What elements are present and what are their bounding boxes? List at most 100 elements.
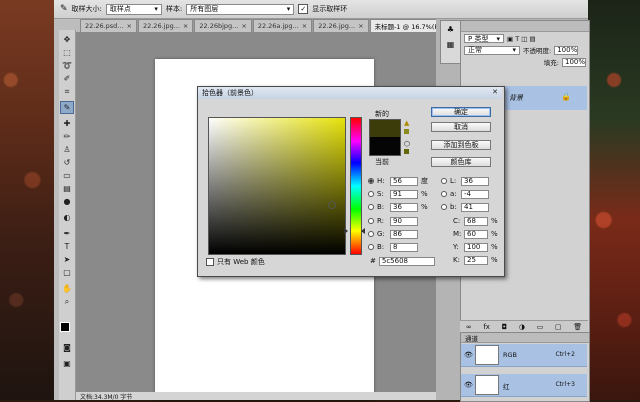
type-tool-icon[interactable]: T <box>61 241 73 252</box>
lab-l-row: L: 36 <box>441 176 489 186</box>
fx-icon[interactable]: fx <box>483 323 490 331</box>
move-tool-icon[interactable]: ✥ <box>61 34 73 45</box>
crop-tool-icon[interactable]: ⌗ <box>61 86 73 97</box>
cyan-input[interactable]: 68 <box>464 216 488 226</box>
opacity-input[interactable]: 100% <box>554 45 579 55</box>
eraser-tool-icon[interactable]: ▭ <box>61 170 73 181</box>
channel-row-rgb[interactable]: 👁 RGB Ctrl+2 <box>461 344 587 367</box>
new-layer-icon[interactable]: ▢ <box>555 323 562 331</box>
shape-tool-icon[interactable]: ▢ <box>61 267 73 278</box>
web-only-checkbox[interactable] <box>206 258 214 266</box>
chevron-down-icon: ▾ <box>496 34 500 43</box>
hex-row: # 5c5608 <box>370 256 435 266</box>
ok-button[interactable]: 确定 <box>431 107 491 117</box>
channels-title[interactable]: 通道 <box>465 335 478 343</box>
sample-size-dropdown[interactable]: 取样点 ▾ <box>105 3 162 15</box>
web-safe-cube-icon[interactable]: ⬡ <box>404 140 410 148</box>
add-to-swatches-button[interactable]: 添加到色板 <box>431 140 491 150</box>
cancel-button[interactable]: 取消 <box>431 122 491 132</box>
lab-a-radio[interactable] <box>441 191 447 197</box>
hex-input[interactable]: 5c5608 <box>378 256 435 266</box>
close-icon[interactable]: × <box>241 22 246 30</box>
palette-icon[interactable]: ♣ <box>441 25 460 34</box>
quick-select-tool-icon[interactable]: ✐ <box>61 73 73 84</box>
marquee-tool-icon[interactable]: ⬚ <box>61 47 73 58</box>
gradient-tool-icon[interactable]: ▤ <box>61 183 73 194</box>
black-input[interactable]: 25 <box>464 255 488 265</box>
tab-document-4[interactable]: 22.26a.jpg... × <box>252 19 313 32</box>
gamut-swatch-icon[interactable] <box>404 129 409 134</box>
dodge-tool-icon[interactable]: ◐ <box>61 212 73 223</box>
hue-slider-handle[interactable] <box>361 228 365 234</box>
hue-slider-handle[interactable] <box>344 228 348 234</box>
history-brush-tool-icon[interactable]: ↺ <box>61 157 73 168</box>
hue-input[interactable]: 56 <box>390 176 418 186</box>
screen-mode-icon[interactable]: ▣ <box>61 358 73 369</box>
lab-l-radio[interactable] <box>441 178 447 184</box>
tab-document-2[interactable]: 22.26.jpg... × <box>137 19 194 32</box>
filter-icons[interactable]: ▣ T ◫ ▤ <box>507 35 536 43</box>
pen-tool-icon[interactable]: ✒ <box>61 228 73 239</box>
green-radio[interactable] <box>368 231 374 237</box>
color-libraries-button[interactable]: 颜色库 <box>431 157 491 167</box>
blend-mode-dropdown[interactable]: 正常 ▾ <box>464 45 520 55</box>
tab-document-1[interactable]: 22.26.psd... × <box>80 19 137 32</box>
dialog-title-bar[interactable]: 拾色器（前景色） ✕ <box>198 87 502 99</box>
fill-input[interactable]: 100% <box>562 57 586 67</box>
brightness-radio[interactable] <box>368 204 374 210</box>
blue-radio[interactable] <box>368 244 374 250</box>
gamut-warning-icon[interactable]: ▲ <box>404 119 409 127</box>
channel-row-red[interactable]: 👁 红 Ctrl+3 <box>461 374 587 397</box>
lab-a-input[interactable]: -4 <box>461 189 489 199</box>
current-color-swatch[interactable] <box>369 137 401 156</box>
hue-slider[interactable] <box>350 117 362 255</box>
healing-tool-icon[interactable]: ✚ <box>61 118 73 129</box>
saturation-input[interactable]: 91 <box>390 189 418 199</box>
stamp-tool-icon[interactable]: ♙ <box>61 144 73 155</box>
brightness-input[interactable]: 36 <box>390 202 418 212</box>
path-select-tool-icon[interactable]: ➤ <box>61 254 73 265</box>
trash-icon[interactable]: 🗑 <box>573 323 582 331</box>
swatches-icon[interactable]: ▦ <box>441 40 460 49</box>
quick-mask-icon[interactable]: ◙ <box>61 342 73 353</box>
color-field[interactable] <box>208 117 346 255</box>
eye-icon[interactable]: 👁 <box>464 351 473 359</box>
mask-icon[interactable]: ◘ <box>502 323 508 331</box>
lasso-tool-icon[interactable]: ➰ <box>61 60 73 71</box>
foreground-color-swatch[interactable] <box>60 322 70 332</box>
eye-icon[interactable]: 👁 <box>464 381 473 389</box>
magenta-input[interactable]: 60 <box>464 229 488 239</box>
folder-icon[interactable]: ▭ <box>537 323 544 331</box>
eyedropper-icon[interactable]: ✎ <box>60 4 68 14</box>
yellow-input[interactable]: 100 <box>464 242 488 252</box>
red-radio[interactable] <box>368 218 374 224</box>
close-icon[interactable]: × <box>302 22 307 30</box>
close-icon[interactable]: × <box>183 22 188 30</box>
lab-b-input[interactable]: 41 <box>461 202 489 212</box>
hue-radio[interactable] <box>368 178 374 184</box>
web-safe-swatch-icon[interactable] <box>404 149 409 154</box>
saturation-radio[interactable] <box>368 191 374 197</box>
adjustment-icon[interactable]: ◑ <box>519 323 525 331</box>
eyedropper-tool-icon[interactable]: ✎ <box>60 101 74 114</box>
yellow-row: Y: 100 % <box>453 242 498 252</box>
brush-tool-icon[interactable]: ✏ <box>61 131 73 142</box>
blue-input[interactable]: 8 <box>390 242 418 252</box>
close-icon[interactable]: × <box>127 22 132 30</box>
tab-document-3[interactable]: 22.26bjpg... × <box>194 19 252 32</box>
link-icon[interactable]: ∞ <box>466 323 472 331</box>
tab-document-5[interactable]: 22.26.jpg... × <box>313 19 369 32</box>
green-input[interactable]: 86 <box>390 229 418 239</box>
color-picker-cursor[interactable] <box>328 201 336 209</box>
hand-tool-icon[interactable]: ✋ <box>61 283 73 294</box>
layer-kind-filter[interactable]: P 类型 ▾ <box>464 34 504 43</box>
red-input[interactable]: 90 <box>390 216 418 226</box>
show-ring-checkbox[interactable]: ✓ <box>298 4 309 14</box>
close-icon[interactable]: ✕ <box>490 88 500 97</box>
lab-b-radio[interactable] <box>441 204 447 210</box>
zoom-tool-icon[interactable]: ⌕ <box>61 296 73 307</box>
close-icon[interactable]: × <box>358 22 363 30</box>
lab-l-input[interactable]: 36 <box>461 176 489 186</box>
sample-dropdown[interactable]: 所有图层 ▾ <box>186 3 295 15</box>
blur-tool-icon[interactable]: ● <box>61 196 73 207</box>
